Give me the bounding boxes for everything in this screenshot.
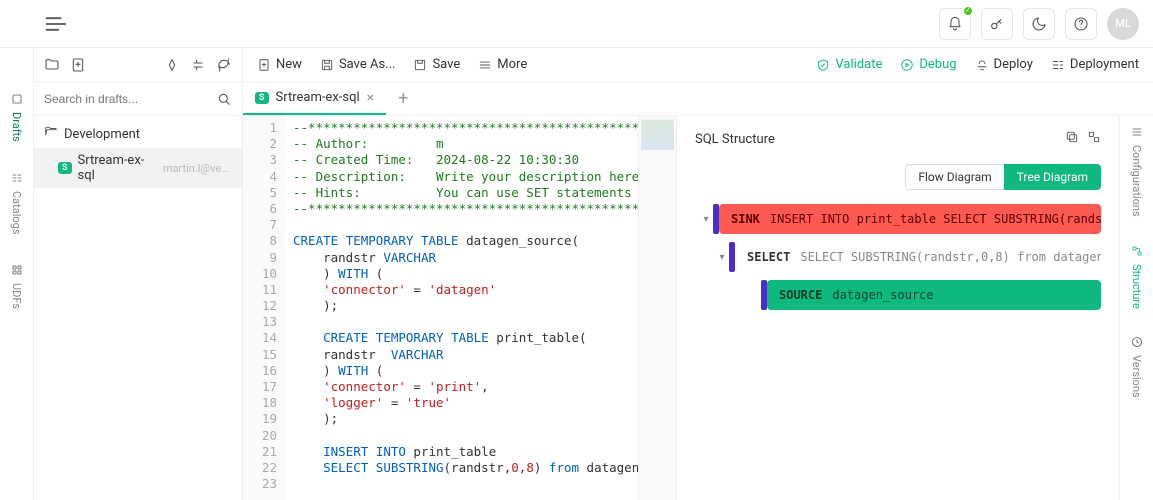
structure-node-select[interactable]: ▾ SELECT SELECT SUBSTRING(randstr,0,8) fro… [715,242,1101,272]
tab-label: Srtream-ex-sql [276,90,360,105]
structure-title: SQL Structure [695,132,775,147]
editor-column: New Save As... Save More Validate Debug … [243,48,1153,500]
deployment-button[interactable]: Deployment [1051,57,1139,72]
folder-open-icon [44,125,58,143]
udfs-icon [11,264,23,279]
file-panel: Development S Srtream-ex-sql martin.l@ve… [34,48,243,500]
right-rail: Configurations Structure Versions [1119,116,1153,500]
left-rail-catalogs[interactable]: Catalogs [10,172,23,235]
menu-toggle-button[interactable] [42,10,70,38]
tree-folder[interactable]: Development [34,120,242,148]
toolbar-label: Save [432,57,460,72]
tree-diagram: ▾ SINK INSERT INTO print_table SELECT SUBS… [695,204,1101,318]
toolbar-label: Deployment [1070,57,1139,72]
editor-tab[interactable]: S Srtream-ex-sql × [243,82,386,115]
node-tag: SOURCE [779,288,822,302]
file-label: Srtream-ex-sql [78,153,153,183]
left-rail-label: Catalogs [10,191,23,235]
tree-diagram-tab[interactable]: Tree Diagram [1004,164,1101,190]
notifications-button[interactable] [939,8,971,40]
toolbar-label: Validate [835,57,882,72]
notifications-badge-icon [962,5,974,17]
line-gutter: 1234567891011121314151617181920212223 [243,116,285,500]
toolbar-label: Debug [919,57,956,72]
structure-node-source[interactable]: SOURCE datagen_source [747,280,1101,310]
right-rail-structure[interactable]: Structure [1130,245,1143,309]
node-body: INSERT INTO print_table SELECT SUBSTRING… [770,212,1101,226]
folder-label: Development [64,127,140,142]
node-body: SELECT SUBSTRING(randstr,0,8) from datag… [800,250,1101,264]
toolbar-label: Deploy [994,57,1033,72]
editor-tabs: S Srtream-ex-sql × + [243,82,1153,116]
node-body: datagen_source [832,288,933,302]
configurations-icon [1131,126,1143,141]
node-box: SOURCE datagen_source [767,280,1101,310]
structure-node-sink[interactable]: ▾ SINK INSERT INTO print_table SELECT SUBS… [699,204,1101,234]
debug-button[interactable]: Debug [900,57,956,72]
left-rail-udfs[interactable]: UDFs [10,264,23,309]
key-button[interactable] [981,8,1013,40]
node-tag: SINK [731,212,760,226]
locate-icon[interactable] [164,57,180,73]
file-meta: martin.l@verver [163,162,232,175]
structure-panel: SQL Structure Flow Diagram Tree Diagram … [676,116,1119,500]
left-rail-label: Drafts [10,112,23,142]
user-avatar[interactable]: ML [1107,8,1139,40]
tab-add-button[interactable]: + [386,82,420,115]
right-rail-configurations[interactable]: Configurations [1130,126,1143,217]
folder-icon[interactable] [44,57,60,73]
close-icon[interactable]: × [367,90,374,106]
new-button[interactable]: New [257,57,302,72]
search-input[interactable] [44,92,216,106]
toolbar-label: New [276,57,302,72]
toolbar-label: More [497,57,527,72]
expand-icon[interactable] [1087,130,1101,148]
search-icon[interactable] [216,91,232,107]
right-rail-versions[interactable]: Versions [1130,336,1143,398]
tree-file[interactable]: S Srtream-ex-sql martin.l@verver [34,148,242,188]
left-rail-drafts[interactable]: Drafts [10,93,23,142]
theme-toggle-button[interactable] [1023,8,1055,40]
refresh-icon[interactable] [216,57,232,73]
deploy-button[interactable]: Deploy [975,57,1033,72]
save-button[interactable]: Save [413,57,460,72]
validate-button[interactable]: Validate [816,57,882,72]
help-button[interactable] [1065,8,1097,40]
versions-icon [1131,336,1143,351]
collapse-icon[interactable] [190,57,206,73]
right-rail-label: Versions [1130,355,1143,398]
sql-badge-icon: S [58,162,72,174]
left-rail-label: UDFs [10,283,23,309]
node-tag: SELECT [747,250,790,264]
right-rail-label: Configurations [1130,145,1143,217]
copy-icon[interactable] [1065,130,1079,148]
left-rail: Drafts Catalogs UDFs [0,48,34,500]
caret-icon[interactable]: ▾ [715,252,729,263]
code-lines[interactable]: --**************************************… [285,116,638,500]
catalogs-icon [11,172,23,187]
structure-icon [1131,245,1143,260]
drafts-icon [11,93,23,108]
node-box: SELECT SELECT SUBSTRING(randstr,0,8) from… [735,242,1101,272]
titlebar: ML [0,0,1153,48]
sql-badge-icon: S [255,92,269,104]
more-button[interactable]: More [478,57,527,72]
minimap[interactable] [638,116,676,500]
save-as-button[interactable]: Save As... [320,57,396,72]
toolbar-label: Save As... [339,57,396,72]
toolbar: New Save As... Save More Validate Debug … [243,48,1153,82]
file-plus-icon[interactable] [70,57,86,73]
code-editor[interactable]: 1234567891011121314151617181920212223 --… [243,116,676,500]
node-box: SINK INSERT INTO print_table SELECT SUBST… [719,204,1101,234]
flow-diagram-tab[interactable]: Flow Diagram [905,164,1004,190]
caret-icon[interactable]: ▾ [699,214,713,225]
right-rail-label: Structure [1130,264,1143,309]
